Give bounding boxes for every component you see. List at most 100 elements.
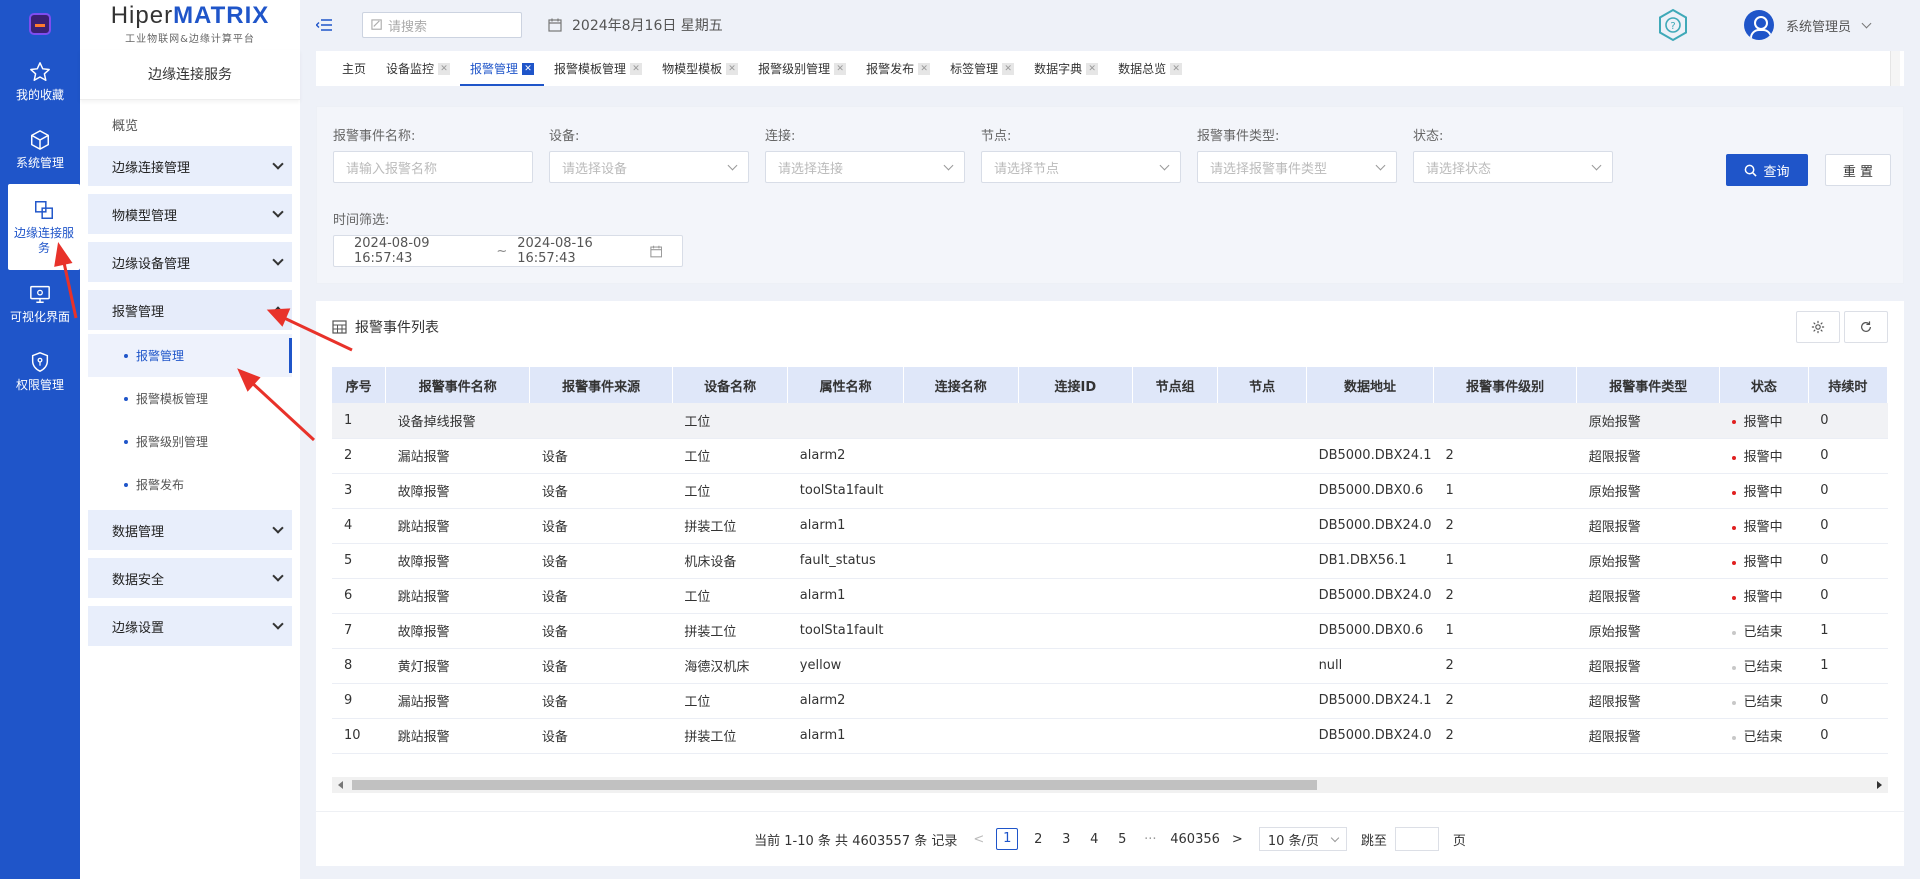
sidebar-group-edge-connection[interactable]: 边缘连接管理 (88, 146, 292, 186)
page-1[interactable]: 1 (996, 828, 1019, 850)
sidebar-item-alarm-publish[interactable]: 报警发布 (88, 463, 292, 506)
close-icon[interactable]: ✕ (522, 62, 535, 75)
rail-item-permission[interactable]: 权限管理 (0, 338, 80, 406)
close-icon[interactable]: ✕ (630, 62, 643, 75)
tab-alarm-template[interactable]: 报警模板管理 ✕ (544, 51, 652, 86)
tab-data-dictionary[interactable]: 数据字典 ✕ (1024, 51, 1108, 86)
table-cell: 超限报警 (1576, 578, 1720, 614)
sidebar-item-alarm-management[interactable]: 报警管理 (88, 334, 292, 377)
time-range-picker[interactable]: 2024-08-09 16:57:43 ~ 2024-08-16 16:57:4… (333, 235, 683, 267)
table-row[interactable]: 6 跳站报警 设备 工位 alarm1 DB5000.DBX24.0 2 超限报警 报警中 0 (332, 578, 1888, 614)
page-size-select[interactable]: 10 条/页 (1258, 827, 1347, 851)
sidebar-group-label: 边缘设备管理 (112, 256, 191, 272)
close-icon[interactable]: ✕ (834, 62, 847, 75)
rail-item-edge-connection[interactable]: 边缘连接服务 (8, 184, 80, 270)
column-header[interactable]: 节点 (1217, 367, 1308, 403)
scroll-thumb[interactable] (352, 780, 1317, 790)
column-header[interactable]: 持续时 (1808, 367, 1888, 403)
column-header[interactable]: 连接名称 (903, 367, 1019, 403)
sidebar-group-data[interactable]: 数据管理 (88, 510, 292, 550)
scroll-right-icon[interactable] (1877, 781, 1882, 789)
table-row[interactable]: 5 故障报警 设备 机床设备 fault_status DB1.DBX56.1 1 原始报警 报… (332, 543, 1888, 579)
table-row[interactable]: 8 黄灯报警 设备 海德汉机床 yellow null 2 超限报警 已结束 1 (332, 648, 1888, 684)
menu-toggle-icon[interactable] (316, 18, 332, 32)
table-row[interactable]: 3 故障报警 设备 工位 toolSta1fault DB5000.DBX0.6 1 原始报警… (332, 473, 1888, 509)
tab-data-overview[interactable]: 数据总览 ✕ (1108, 51, 1192, 86)
tab-scrollbar[interactable] (1890, 51, 1900, 86)
close-icon[interactable]: ✕ (1002, 62, 1015, 75)
next-page-button[interactable]: > (1232, 832, 1243, 847)
column-header[interactable]: 属性名称 (787, 367, 904, 403)
column-header[interactable]: 连接ID (1018, 367, 1134, 403)
sidebar-group-alarm[interactable]: 报警管理 (88, 290, 292, 330)
close-icon[interactable]: ✕ (726, 62, 739, 75)
scroll-left-icon[interactable] (338, 781, 343, 789)
page-ellipsis[interactable]: ··· (1142, 832, 1158, 847)
column-header[interactable]: 报警事件名称 (385, 367, 531, 403)
alarm-type-select[interactable]: 请选择报警事件类型 (1197, 151, 1397, 183)
table-row[interactable]: 4 跳站报警 设备 拼装工位 alarm1 DB5000.DBX24.0 2 超限报警 报警中 0 (332, 508, 1888, 544)
tab-home[interactable]: 主页 (332, 51, 376, 86)
tab-thing-model-template[interactable]: 物模型模板 ✕ (652, 51, 748, 86)
column-header[interactable]: 设备名称 (672, 367, 789, 403)
query-button[interactable]: 查询 (1726, 154, 1808, 186)
table-row[interactable]: 1 设备掉线报警 工位 原始报警 报警中 0 (332, 403, 1888, 439)
node-select[interactable]: 请选择节点 (981, 151, 1181, 183)
page-3[interactable]: 3 (1058, 832, 1074, 847)
close-icon[interactable]: ✕ (918, 62, 931, 75)
alarm-name-input[interactable]: 请输入报警名称 (333, 151, 533, 183)
rail-item-visual[interactable]: 可视化界面 (0, 270, 80, 338)
jump-page-input[interactable] (1394, 827, 1439, 851)
sidebar-group-security[interactable]: 数据安全 (88, 558, 292, 598)
prev-page-button[interactable]: < (973, 832, 984, 847)
rail-item-favorites[interactable]: 我的收藏 (0, 48, 80, 116)
column-header[interactable]: 报警事件来源 (529, 367, 673, 403)
column-header[interactable]: 报警事件级别 (1433, 367, 1578, 403)
connection-select[interactable]: 请选择连接 (765, 151, 965, 183)
column-header[interactable]: 数据地址 (1306, 367, 1435, 403)
page-4[interactable]: 4 (1086, 832, 1102, 847)
table-cell (1132, 683, 1218, 719)
help-icon[interactable]: ? (1656, 8, 1690, 42)
close-icon[interactable]: ✕ (1170, 62, 1183, 75)
close-icon[interactable]: ✕ (1086, 62, 1099, 75)
sidebar-group-thing-model[interactable]: 物模型管理 (88, 194, 292, 234)
table-cell: 设备 (529, 578, 673, 614)
sidebar-item-alarm-level[interactable]: 报警级别管理 (88, 420, 292, 463)
page-last[interactable]: 460356 (1170, 832, 1220, 847)
table-row[interactable]: 7 故障报警 设备 拼装工位 toolSta1fault DB5000.DBX0.6 1 原始… (332, 613, 1888, 649)
sidebar-item-overview[interactable]: 概览 (88, 108, 292, 146)
table-cell (1217, 718, 1307, 754)
sidebar-item-alarm-template[interactable]: 报警模板管理 (88, 377, 292, 420)
column-header[interactable]: 节点组 (1132, 367, 1219, 403)
alarm-table-wrapper[interactable]: 序号 报警事件名称 报警事件来源 设备名称 属性名称 连接名称 连接ID 节点组 节点 数据地址报… (332, 367, 1888, 797)
sidebar-group-settings[interactable]: 边缘设置 (88, 606, 292, 646)
close-icon[interactable]: ✕ (438, 62, 451, 75)
table-row[interactable]: 9 漏站报警 设备 工位 alarm2 DB5000.DBX24.1 2 超限报警 已结束 0 (332, 683, 1888, 719)
search-input[interactable]: 请搜索 (362, 12, 522, 38)
user-menu[interactable]: 系统管理员 (1743, 10, 1872, 40)
rail-item-system[interactable]: 系统管理 (0, 116, 80, 184)
page-5[interactable]: 5 (1114, 832, 1130, 847)
settings-button[interactable] (1796, 311, 1840, 343)
column-header[interactable]: 序号 (332, 367, 387, 403)
sidebar-group-edge-device[interactable]: 边缘设备管理 (88, 242, 292, 282)
reset-button[interactable]: 重 置 (1825, 154, 1891, 186)
tab-tag-management[interactable]: 标签管理 ✕ (940, 51, 1024, 86)
tab-alarm-level[interactable]: 报警级别管理 ✕ (748, 51, 856, 86)
tab-alarm-management[interactable]: 报警管理 ✕ (460, 51, 545, 86)
device-select[interactable]: 请选择设备 (549, 151, 749, 183)
refresh-button[interactable] (1844, 311, 1888, 343)
page-2[interactable]: 2 (1030, 832, 1046, 847)
tab-alarm-publish[interactable]: 报警发布 ✕ (856, 51, 940, 86)
column-header[interactable]: 状态 (1719, 367, 1809, 403)
horizontal-scrollbar[interactable] (332, 777, 1888, 793)
table-row[interactable]: 10 跳站报警 设备 拼装工位 alarm1 DB5000.DBX24.0 2 超限报警 已结束… (332, 718, 1888, 754)
tab-device-monitor[interactable]: 设备监控 ✕ (376, 51, 460, 86)
app-logo[interactable] (0, 0, 80, 48)
table-row[interactable]: 2 漏站报警 设备 工位 alarm2 DB5000.DBX24.1 2 超限报警 报警中 0 (332, 438, 1888, 474)
table-cell: 7 (332, 613, 386, 649)
column-header[interactable]: 报警事件类型 (1576, 367, 1721, 403)
table-cell (1018, 683, 1133, 719)
status-select[interactable]: 请选择状态 (1413, 151, 1613, 183)
